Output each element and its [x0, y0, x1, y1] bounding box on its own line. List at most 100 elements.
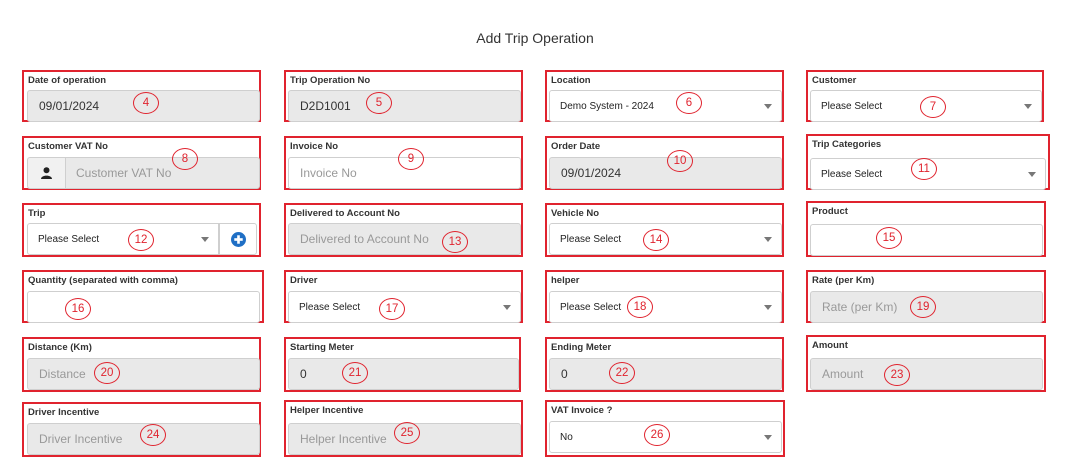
distance-km-group: Distance (Km) Distance 20 [22, 337, 261, 392]
delivered-to-account-no-placeholder: Delivered to Account No [300, 232, 429, 246]
chevron-down-icon [764, 305, 772, 310]
annotation-marker-16: 16 [65, 298, 91, 320]
customer-vat-no-placeholder: Customer VAT No [76, 166, 172, 180]
trip-operation-no-input[interactable]: D2D1001 [288, 90, 521, 122]
date-of-operation-label: Date of operation [28, 75, 107, 86]
annotation-marker-10: 10 [667, 150, 693, 172]
annotation-marker-11: 11 [911, 158, 937, 180]
order-date-input[interactable]: 09/01/2024 [549, 157, 782, 189]
customer-vat-no-input[interactable]: Customer VAT No [65, 157, 260, 189]
delivered-to-account-no-label: Delivered to Account No [290, 208, 400, 219]
annotation-marker-12: 12 [128, 229, 154, 251]
add-trip-button[interactable] [219, 223, 257, 255]
location-group: Location Demo System - 2024 6 [545, 70, 784, 122]
annotation-marker-21: 21 [342, 362, 368, 384]
invoice-no-label: Invoice No [290, 141, 339, 152]
chevron-down-icon [764, 435, 772, 440]
location-label: Location [551, 75, 591, 86]
helper-group: helper Please Select 18 [545, 270, 784, 323]
delivered-to-account-no-group: Delivered to Account No Delivered to Acc… [284, 203, 523, 257]
quantity-group: Quantity (separated with comma) 16 [22, 270, 264, 323]
annotation-marker-23: 23 [884, 364, 910, 386]
ending-meter-group: Ending Meter 0 22 [545, 337, 784, 392]
trip-group: Trip Please Select 12 [22, 203, 261, 257]
rate-per-km-placeholder: Rate (per Km) [822, 300, 898, 314]
helper-select[interactable]: Please Select [549, 291, 782, 323]
annotation-marker-15: 15 [876, 227, 902, 249]
trip-operation-no-label: Trip Operation No [290, 75, 371, 86]
driver-label: Driver [290, 275, 318, 286]
helper-incentive-group: Helper Incentive Helper Incentive 25 [284, 400, 523, 457]
chevron-down-icon [1028, 172, 1036, 177]
chevron-down-icon [503, 305, 511, 310]
annotation-marker-7: 7 [920, 96, 946, 118]
page-title: Add Trip Operation [476, 30, 594, 46]
driver-value: Please Select [299, 301, 361, 313]
trip-categories-group: Trip Categories Please Select 11 [806, 134, 1050, 190]
helper-label: helper [551, 275, 580, 286]
annotation-marker-17: 17 [379, 298, 405, 320]
product-group: Product 15 [806, 201, 1046, 257]
trip-value: Please Select [38, 233, 100, 245]
starting-meter-group: Starting Meter 0 21 [284, 337, 521, 392]
annotation-marker-24: 24 [140, 424, 166, 446]
distance-km-label: Distance (Km) [28, 342, 92, 353]
vehicle-no-value: Please Select [560, 233, 622, 245]
helper-incentive-placeholder: Helper Incentive [300, 432, 387, 446]
order-date-group: Order Date 09/01/2024 10 [545, 136, 784, 190]
annotation-marker-14: 14 [643, 229, 669, 251]
customer-vat-no-label: Customer VAT No [28, 141, 108, 152]
customer-label: Customer [812, 75, 857, 86]
driver-group: Driver Please Select 17 [284, 270, 523, 323]
starting-meter-label: Starting Meter [290, 342, 354, 353]
amount-input[interactable]: Amount [810, 358, 1043, 390]
annotation-marker-4: 4 [133, 92, 159, 114]
driver-incentive-placeholder: Driver Incentive [39, 432, 123, 446]
vat-invoice-value: No [560, 431, 573, 443]
driver-incentive-label: Driver Incentive [28, 407, 100, 418]
vat-invoice-label: VAT Invoice ? [551, 405, 613, 416]
vat-invoice-group: VAT Invoice ? No 26 [545, 400, 785, 457]
driver-incentive-group: Driver Incentive Driver Incentive 24 [22, 402, 261, 457]
rate-per-km-group: Rate (per Km) Rate (per Km) 19 [806, 270, 1046, 323]
annotation-marker-26: 26 [644, 424, 670, 446]
vehicle-no-label: Vehicle No [551, 208, 600, 219]
date-of-operation-group: Date of operation 09/01/2024 4 [22, 70, 261, 122]
order-date-label: Order Date [551, 141, 601, 152]
invoice-no-placeholder: Invoice No [300, 166, 357, 180]
quantity-label: Quantity (separated with comma) [28, 275, 178, 286]
helper-value: Please Select [560, 301, 622, 313]
annotation-marker-6: 6 [676, 92, 702, 114]
location-value: Demo System - 2024 [560, 100, 654, 112]
trip-operation-no-group: Trip Operation No D2D1001 5 [284, 70, 523, 122]
annotation-marker-20: 20 [94, 362, 120, 384]
starting-meter-input[interactable]: 0 [288, 358, 519, 390]
location-select[interactable]: Demo System - 2024 [549, 90, 782, 122]
trip-label: Trip [28, 208, 46, 219]
ending-meter-input[interactable]: 0 [549, 358, 782, 390]
plus-circle-icon [230, 231, 246, 247]
helper-incentive-label: Helper Incentive [290, 405, 364, 416]
annotation-marker-22: 22 [609, 362, 635, 384]
chevron-down-icon [201, 237, 209, 242]
product-input[interactable] [810, 224, 1043, 256]
chevron-down-icon [1024, 104, 1032, 109]
rate-per-km-label: Rate (per Km) [812, 275, 875, 286]
annotation-marker-5: 5 [366, 92, 392, 114]
customer-vat-no-group: Customer VAT No Customer VAT No 8 [22, 136, 261, 190]
distance-km-input[interactable]: Distance [27, 358, 260, 390]
product-label: Product [812, 206, 848, 217]
customer-group: Customer Please Select 7 [806, 70, 1044, 122]
delivered-to-account-no-input[interactable]: Delivered to Account No [288, 223, 521, 255]
ending-meter-label: Ending Meter [551, 342, 612, 353]
annotation-marker-25: 25 [394, 422, 420, 444]
annotation-marker-18: 18 [627, 296, 653, 318]
trip-select[interactable]: Please Select [27, 223, 219, 255]
vehicle-no-group: Vehicle No Please Select 14 [545, 203, 784, 257]
annotation-marker-8: 8 [172, 148, 198, 170]
trip-categories-value: Please Select [821, 168, 883, 180]
amount-group: Amount Amount 23 [806, 335, 1046, 392]
chevron-down-icon [764, 104, 772, 109]
quantity-input[interactable] [27, 291, 260, 323]
customer-value: Please Select [821, 100, 883, 112]
